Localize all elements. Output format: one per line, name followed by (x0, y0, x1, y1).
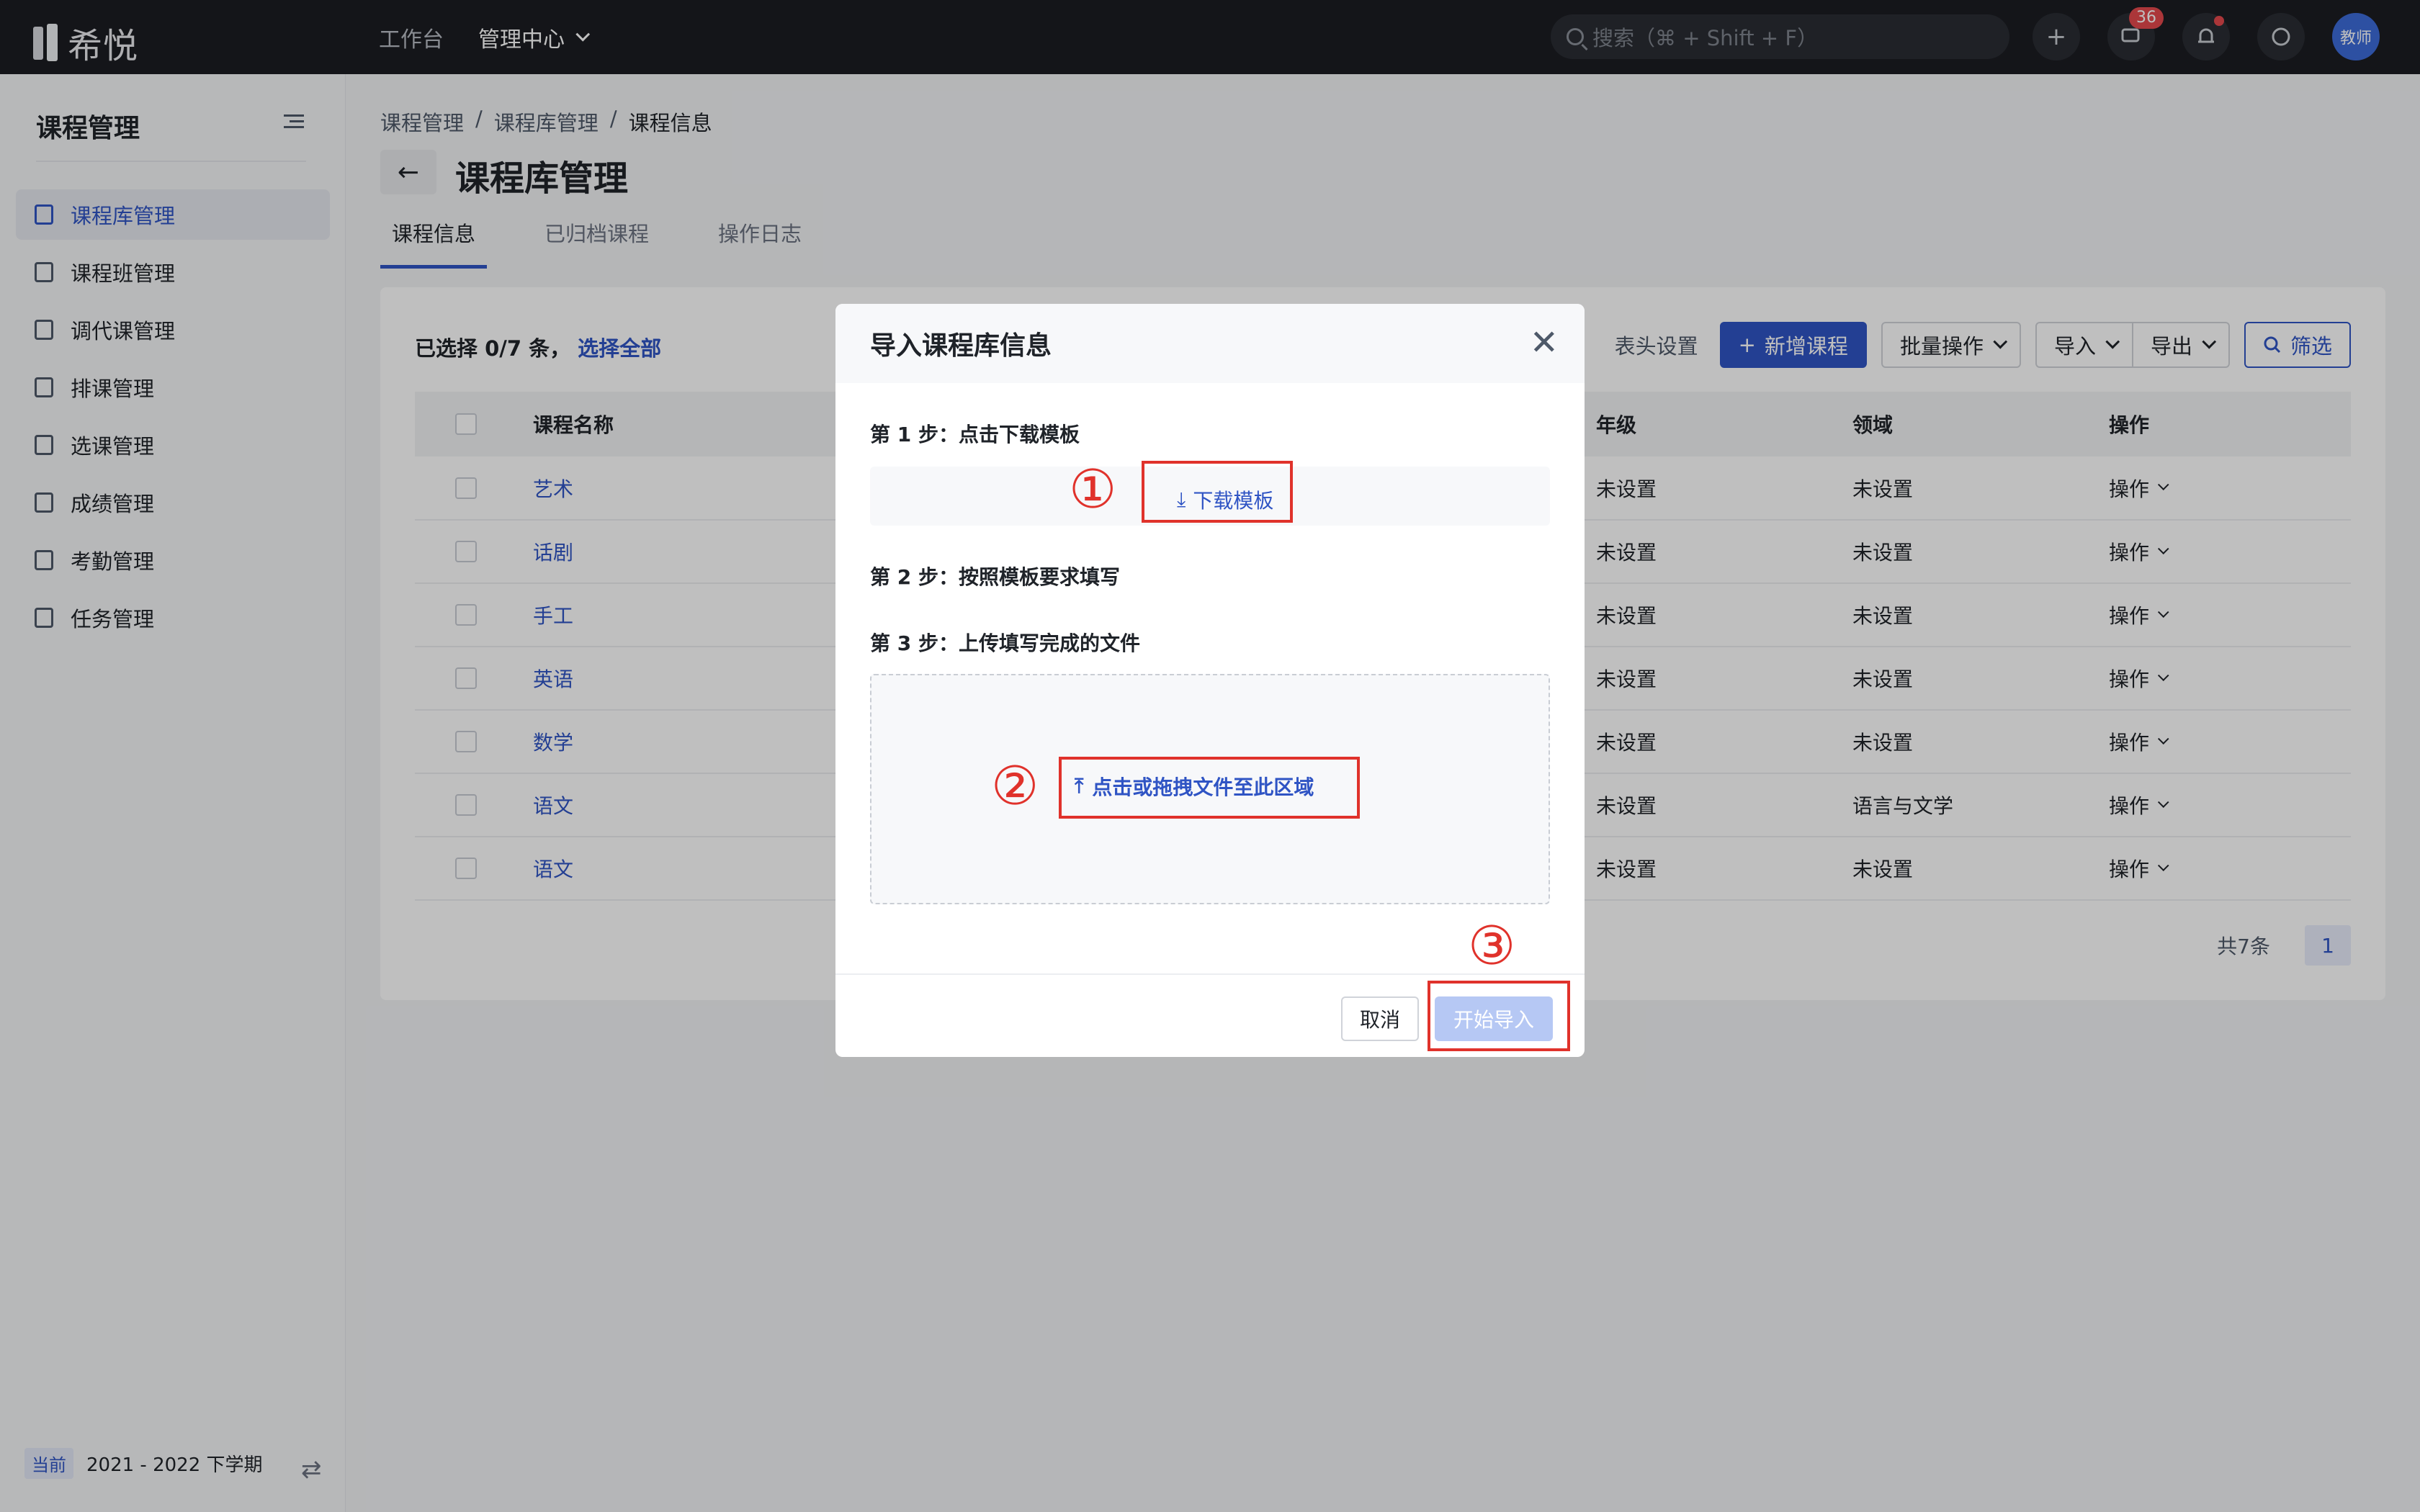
modal-title: 导入课程库信息 (870, 331, 1052, 361)
annotation-number-3: ③ (1468, 915, 1516, 977)
step-1-label: 第 1 步：点击下载模板 (870, 423, 1080, 446)
close-icon[interactable]: ✕ (1530, 323, 1559, 363)
step-3-label: 第 3 步：上传填写完成的文件 (870, 631, 1140, 655)
modal-header: 导入课程库信息 ✕ (835, 304, 1585, 383)
annotation-box-download (1142, 461, 1293, 523)
annotation-box-upload (1059, 757, 1360, 819)
step-2-label: 第 2 步：按照模板要求填写 (870, 565, 1120, 589)
annotation-number-1: ① (1069, 459, 1117, 521)
annotation-number-2: ② (991, 755, 1039, 817)
annotation-box-start (1428, 981, 1570, 1051)
cancel-button[interactable]: 取消 (1341, 996, 1420, 1041)
